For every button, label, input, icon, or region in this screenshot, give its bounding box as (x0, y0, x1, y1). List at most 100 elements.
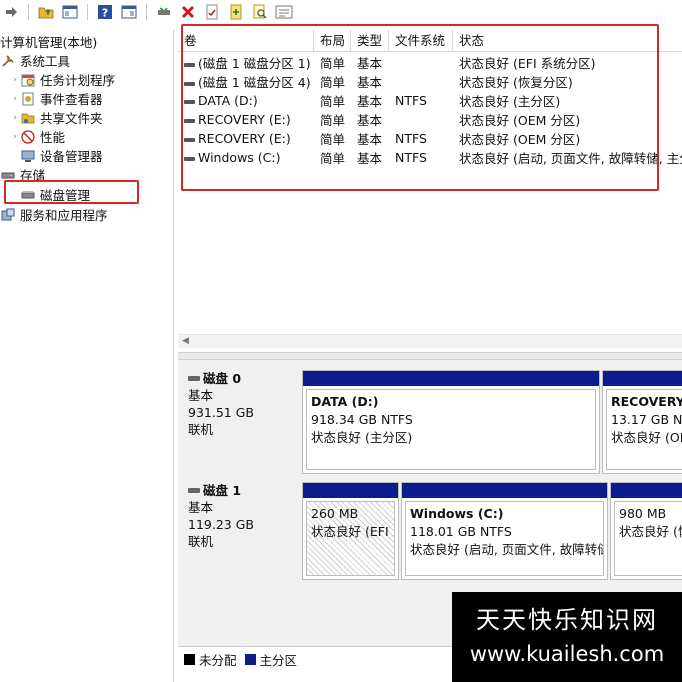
partition-name: Windows (C:) (410, 506, 504, 521)
partition-recovery[interactable]: RECOVERY 13.17 GB NTFS 状态良好 (OEM (602, 370, 682, 474)
partition-body: 260 MB 状态良好 (EFI 系 (306, 501, 395, 576)
unallocated-swatch (184, 654, 195, 665)
tree-item-label: 性能 (40, 130, 66, 145)
console-tree: 计算机管理(本地) 系统工具 › 任务计划程序 › 事件查看器 › 共享文件夹 … (0, 30, 174, 682)
disk-size: 931.51 GB (188, 405, 254, 420)
partition-size: 918.34 GB NTFS (311, 412, 413, 427)
tree-item-root[interactable]: 计算机管理(本地) (0, 32, 97, 51)
partition-data-d[interactable]: DATA (D:) 918.34 GB NTFS 状态良好 (主分区) (302, 370, 600, 474)
forward-icon[interactable] (2, 3, 20, 21)
disk-state: 联机 (188, 534, 214, 549)
volume-list-highlight (181, 24, 659, 191)
chevron-right-icon[interactable]: › (10, 94, 20, 104)
event-viewer-icon (20, 91, 35, 106)
tree-item-label: 系统工具 (20, 54, 71, 69)
horizontal-scrollbar[interactable]: ◀ (178, 334, 682, 348)
toolbar-separator (146, 4, 147, 20)
find-icon[interactable] (251, 3, 269, 21)
tree-item-label: 共享文件夹 (40, 111, 103, 126)
connect-disk-icon[interactable] (155, 3, 173, 21)
scroll-left-icon[interactable]: ◀ (182, 336, 189, 346)
performance-icon (20, 129, 35, 144)
chevron-right-icon[interactable]: › (10, 75, 20, 85)
partition-status: 状态良好 (OEM (611, 430, 682, 445)
chevron-right-icon[interactable]: › (10, 113, 20, 123)
device-manager-icon (20, 148, 35, 163)
task-scheduler-icon (20, 72, 35, 87)
partition-status: 状态良好 (EFI 系 (311, 524, 394, 539)
partition-body: 980 MB 状态良好 (恢 (614, 501, 682, 576)
partition-bar (611, 483, 682, 498)
show-pane-icon[interactable] (120, 3, 138, 21)
partition-bar (303, 483, 398, 498)
legend-label: 主分区 (259, 653, 298, 668)
partition-windows-c[interactable]: Windows (C:) 118.01 GB NTFS 状态良好 (启动, 页面… (401, 482, 608, 580)
tree-item-services-apps[interactable]: 服务和应用程序 (0, 205, 108, 224)
disk-1-label[interactable]: 磁盘 1 基本 119.23 GB 联机 (181, 482, 298, 586)
partition-status: 状态良好 (主分区) (311, 430, 413, 445)
partition-size: 260 MB (311, 506, 359, 521)
disk-kind: 基本 (188, 500, 214, 515)
disk-0-name-row: 磁盘 0 (188, 370, 298, 387)
partition-body: DATA (D:) 918.34 GB NTFS 状态良好 (主分区) (306, 389, 596, 470)
disk-size: 119.23 GB (188, 517, 254, 532)
tree-item-device-manager[interactable]: 设备管理器 (20, 146, 103, 165)
properties-icon[interactable] (275, 3, 293, 21)
partition-status: 状态良好 (恢 (619, 524, 682, 539)
partition-size: 980 MB (619, 506, 667, 521)
tree-item-label: 计算机管理(本地) (0, 35, 98, 50)
toolbar-separator (28, 4, 29, 20)
tree-item-label: 任务计划程序 (40, 73, 116, 88)
tree-item-task-scheduler[interactable]: › 任务计划程序 (10, 70, 115, 89)
tools-icon (0, 53, 15, 68)
partition-status: 状态良好 (启动, 页面文件, 故障转储 (410, 542, 604, 557)
watermark-url: www.kuailesh.com (469, 642, 665, 666)
disk-state: 联机 (188, 422, 214, 437)
check-disk-icon[interactable] (203, 3, 221, 21)
legend-item-unallocated: 未分配 (184, 650, 237, 669)
partition-name: DATA (D:) (311, 394, 379, 409)
partition-bar (402, 483, 607, 498)
toolbar: ? (0, 0, 682, 24)
tree-item-label: 设备管理器 (40, 149, 103, 164)
tree-item-label: 事件查看器 (40, 92, 103, 107)
primary-swatch (244, 654, 256, 665)
disk-icon (188, 488, 200, 493)
partition-body: RECOVERY 13.17 GB NTFS 状态良好 (OEM (606, 389, 682, 470)
disk-management-highlight (4, 180, 139, 204)
partition-body: Windows (C:) 118.01 GB NTFS 状态良好 (启动, 页面… (405, 501, 604, 576)
partition-bar (603, 371, 682, 386)
partition-recovery-1[interactable]: 980 MB 状态良好 (恢 (610, 482, 682, 580)
partition-bar (303, 371, 599, 386)
disk-1-name-row: 磁盘 1 (188, 482, 298, 499)
help-icon[interactable]: ? (96, 3, 114, 21)
partition-size: 118.01 GB NTFS (410, 524, 512, 539)
watermark-title: 天天快乐知识网 (476, 606, 658, 634)
show-tree-icon[interactable] (61, 3, 79, 21)
partition-efi[interactable]: 260 MB 状态良好 (EFI 系 (302, 482, 399, 580)
tree-item-label: 服务和应用程序 (20, 208, 108, 223)
partition-name: RECOVERY (611, 394, 682, 409)
chevron-right-icon[interactable]: › (10, 132, 20, 142)
pane-splitter[interactable] (178, 352, 682, 360)
tree-item-performance[interactable]: › 性能 (10, 127, 65, 146)
disk-name: 磁盘 0 (203, 371, 242, 386)
new-volume-icon[interactable] (227, 3, 245, 21)
disk-name: 磁盘 1 (203, 483, 242, 498)
services-icon (0, 207, 15, 222)
folder-up-icon[interactable] (37, 3, 55, 21)
disk-kind: 基本 (188, 388, 214, 403)
watermark: 天天快乐知识网 www.kuailesh.com (452, 592, 682, 682)
shared-folder-icon (20, 110, 35, 125)
tree-item-event-viewer[interactable]: › 事件查看器 (10, 89, 103, 108)
tree-item-shared-folders[interactable]: › 共享文件夹 (10, 108, 103, 127)
disk-icon (188, 376, 200, 381)
partition-size: 13.17 GB NTFS (611, 412, 682, 427)
disk-0-label[interactable]: 磁盘 0 基本 931.51 GB 联机 (181, 370, 298, 474)
tree-item-system-tools[interactable]: 系统工具 (0, 51, 70, 70)
delete-icon[interactable] (179, 3, 197, 21)
legend-item-primary: 主分区 (244, 650, 298, 669)
svg-text:?: ? (102, 7, 108, 20)
legend-label: 未分配 (199, 653, 237, 668)
toolbar-separator (87, 4, 88, 20)
